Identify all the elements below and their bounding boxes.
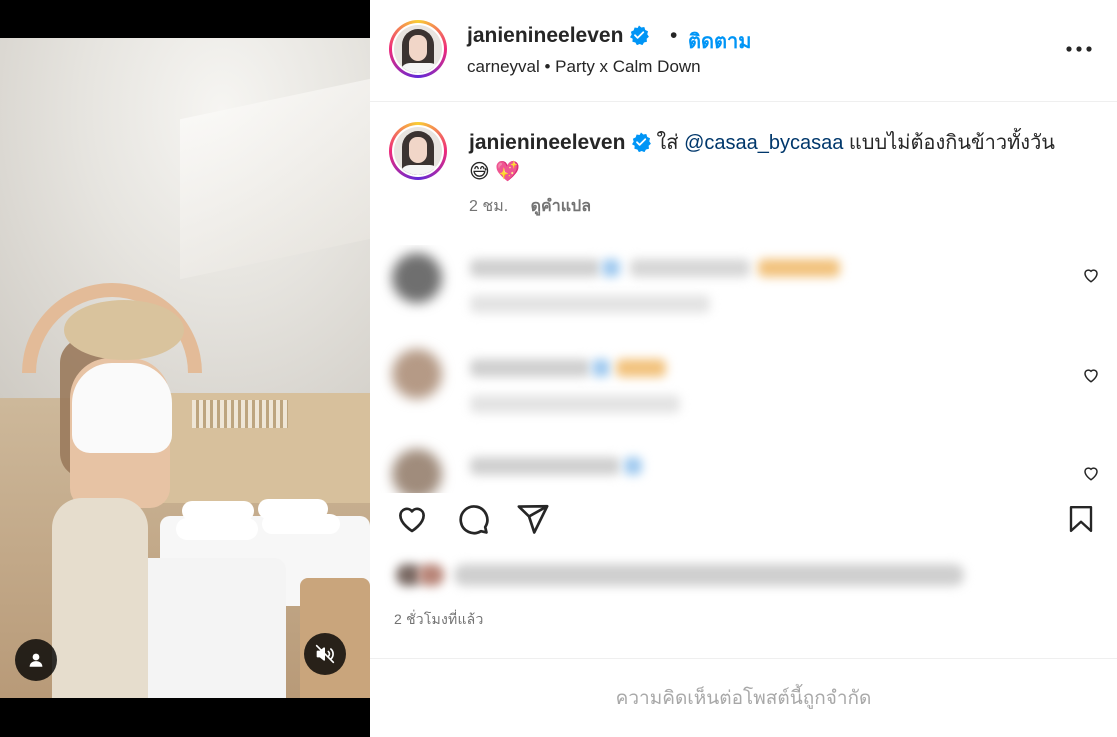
blurred-text <box>454 564 964 586</box>
caption-meta: 2 ชม. ดูคำแปล <box>469 194 591 219</box>
verified-badge-icon <box>629 25 650 45</box>
comments-limited-notice: ความคิดเห็นต่อโพสต์นี้ถูกจำกัด <box>370 658 1117 737</box>
heart-icon <box>1084 369 1098 383</box>
scene-detail <box>176 518 258 540</box>
author-avatar[interactable] <box>389 20 447 78</box>
avatar <box>392 253 442 303</box>
caption-emojis: 😅 💖 <box>469 161 521 183</box>
caption-text: janienineeleven ใส่ @casaa_bycasaa แบบไม… <box>469 128 1099 187</box>
blurred-text <box>470 395 680 413</box>
blurred-text <box>616 359 666 377</box>
follow-button[interactable]: ติดตาม <box>688 25 751 57</box>
more-horizontal-icon <box>1066 46 1092 52</box>
post-timestamp[interactable]: 2 ชั่วโมงที่แล้ว <box>394 609 484 631</box>
comments-list <box>380 245 1117 493</box>
list-item <box>380 345 1117 435</box>
avatar <box>392 349 442 399</box>
like-button[interactable] <box>392 499 432 539</box>
heart-icon <box>399 507 425 533</box>
comments-limited-text: ความคิดเห็นต่อโพสต์นี้ถูกจำกัด <box>615 688 872 709</box>
blurred-text <box>470 457 620 475</box>
blurred-text <box>470 359 590 377</box>
comment-like-button[interactable] <box>1080 264 1102 286</box>
caption-username-link[interactable]: janienineeleven <box>469 131 625 154</box>
caption-author-avatar[interactable] <box>389 122 447 180</box>
comment-button[interactable] <box>453 499 493 539</box>
blurred-text <box>418 564 444 586</box>
audio-link[interactable]: carneyval • Party x Calm Down <box>467 57 701 77</box>
post-header: janienineeleven • ติดตาม carneyval • Par… <box>370 0 1117 102</box>
blurred-text <box>470 295 710 313</box>
video-frame[interactable] <box>0 38 370 698</box>
mention-link[interactable]: @casaa_bycasaa <box>684 132 843 154</box>
post-details-panel: janienineeleven • ติดตาม carneyval • Par… <box>370 0 1117 737</box>
caption-body: แบบไม่ต้องกินข้าวทั้งวัน <box>843 132 1055 154</box>
list-item <box>380 245 1117 335</box>
liked-by-summary[interactable] <box>396 560 966 592</box>
list-item <box>380 445 1117 493</box>
username-text: janienineeleven <box>467 24 624 47</box>
scene-detail <box>72 363 172 453</box>
post-action-bar <box>370 493 1117 545</box>
user-icon <box>29 653 43 667</box>
blurred-text <box>470 259 600 277</box>
see-translation-button[interactable]: ดูคำแปล <box>531 198 591 215</box>
blurred-text <box>758 259 840 277</box>
tagged-users-button[interactable] <box>15 639 57 681</box>
comment-like-button[interactable] <box>1080 364 1102 386</box>
caption-timestamp[interactable]: 2 ชม. <box>469 198 508 215</box>
mute-toggle-button[interactable] <box>304 633 346 675</box>
header-separator: • <box>670 24 678 47</box>
share-button[interactable] <box>513 499 553 539</box>
post-media[interactable] <box>0 0 370 737</box>
heart-icon <box>1084 269 1098 283</box>
scene-detail <box>192 400 288 428</box>
heart-icon <box>1084 467 1098 481</box>
comment-like-button[interactable] <box>1080 462 1102 484</box>
verified-badge-icon <box>631 132 651 152</box>
scene-detail <box>262 514 340 534</box>
scene-detail <box>64 300 184 360</box>
more-options-button[interactable] <box>1062 32 1096 66</box>
scene-detail <box>52 498 148 698</box>
caption-body: ใส่ <box>656 132 685 154</box>
save-button[interactable] <box>1061 499 1101 539</box>
comment-icon <box>459 505 489 535</box>
speaker-muted-icon <box>315 644 335 664</box>
paper-plane-icon <box>517 504 549 534</box>
bookmark-icon <box>1069 505 1093 533</box>
blurred-text <box>630 259 750 277</box>
avatar <box>392 449 442 493</box>
blurred-text <box>592 359 610 377</box>
blurred-text <box>624 457 642 475</box>
blurred-text <box>602 259 620 277</box>
author-username-link[interactable]: janienineeleven <box>467 24 650 48</box>
